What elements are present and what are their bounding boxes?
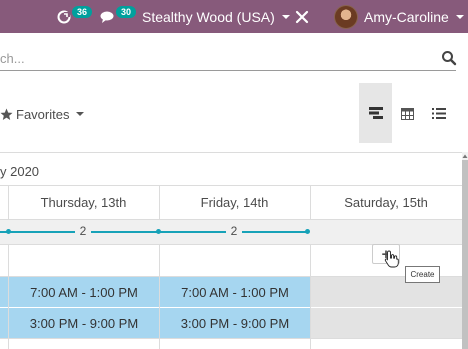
- chat-icon: [100, 11, 114, 23]
- scroll-up-icon[interactable]: [462, 152, 468, 160]
- column-header-thursday: Thursday, 13th: [40, 195, 127, 210]
- count-line-node: [6, 229, 11, 234]
- column-header-saturday: Saturday, 15th: [344, 195, 428, 210]
- empty-cell[interactable]: [311, 308, 462, 338]
- wrench-icon: [295, 10, 309, 23]
- hand-cursor-icon: [384, 250, 399, 268]
- company-switcher[interactable]: Stealthy Wood (USA): [142, 0, 290, 33]
- count-line-node: [156, 229, 161, 234]
- search-icon[interactable]: [441, 50, 457, 66]
- shift-pill[interactable]: [0, 277, 8, 307]
- gantt-view-icon: [368, 107, 383, 119]
- count-label-thursday: 2: [75, 224, 91, 240]
- top-navbar: 36 30 Stealthy Wood (USA) Amy-Caroline: [0, 0, 468, 33]
- grid-divider: [0, 338, 462, 339]
- avatar: [334, 4, 358, 29]
- calendar-view-button[interactable]: [392, 83, 422, 143]
- list-view-button[interactable]: [422, 83, 456, 143]
- chevron-down-icon: [76, 112, 85, 116]
- favorites-dropdown[interactable]: Favorites: [0, 104, 85, 124]
- activity-icon: [57, 10, 71, 23]
- scrollbar-thumb[interactable]: [462, 160, 468, 349]
- star-icon: [0, 108, 13, 120]
- activity-count-badge: 36: [72, 5, 93, 18]
- messages-count-badge: 30: [116, 5, 137, 18]
- control-panel-divider: [0, 152, 468, 153]
- favorites-label: Favorites: [16, 106, 70, 122]
- column-header-friday: Friday, 14th: [200, 195, 269, 210]
- shift-pill[interactable]: 7:00 AM - 1:00 PM: [160, 277, 310, 307]
- calendar-view-icon: [400, 107, 414, 120]
- shift-pill[interactable]: 3:00 PM - 9:00 PM: [9, 308, 159, 338]
- list-view-icon: [432, 107, 446, 119]
- activity-menu[interactable]: 36: [57, 0, 93, 33]
- chevron-down-icon: [455, 14, 464, 19]
- debug-menu[interactable]: [295, 0, 309, 33]
- month-label: y 2020: [0, 163, 40, 179]
- shift-pill[interactable]: 3:00 PM - 9:00 PM: [160, 308, 310, 338]
- company-name: Stealthy Wood (USA): [142, 8, 275, 25]
- count-label-friday: 2: [226, 224, 242, 240]
- count-line: [0, 231, 308, 233]
- search-input[interactable]: [0, 47, 456, 71]
- gantt-view-button[interactable]: [359, 83, 392, 143]
- chevron-down-icon: [281, 14, 290, 19]
- shift-pill[interactable]: 7:00 AM - 1:00 PM: [9, 277, 159, 307]
- messages-menu[interactable]: 30: [100, 0, 137, 33]
- create-tooltip: Create: [405, 266, 440, 283]
- user-name: Amy-Caroline: [364, 8, 449, 25]
- count-line-node: [305, 229, 310, 234]
- shift-pill[interactable]: [0, 308, 8, 338]
- user-menu[interactable]: Amy-Caroline: [334, 0, 464, 33]
